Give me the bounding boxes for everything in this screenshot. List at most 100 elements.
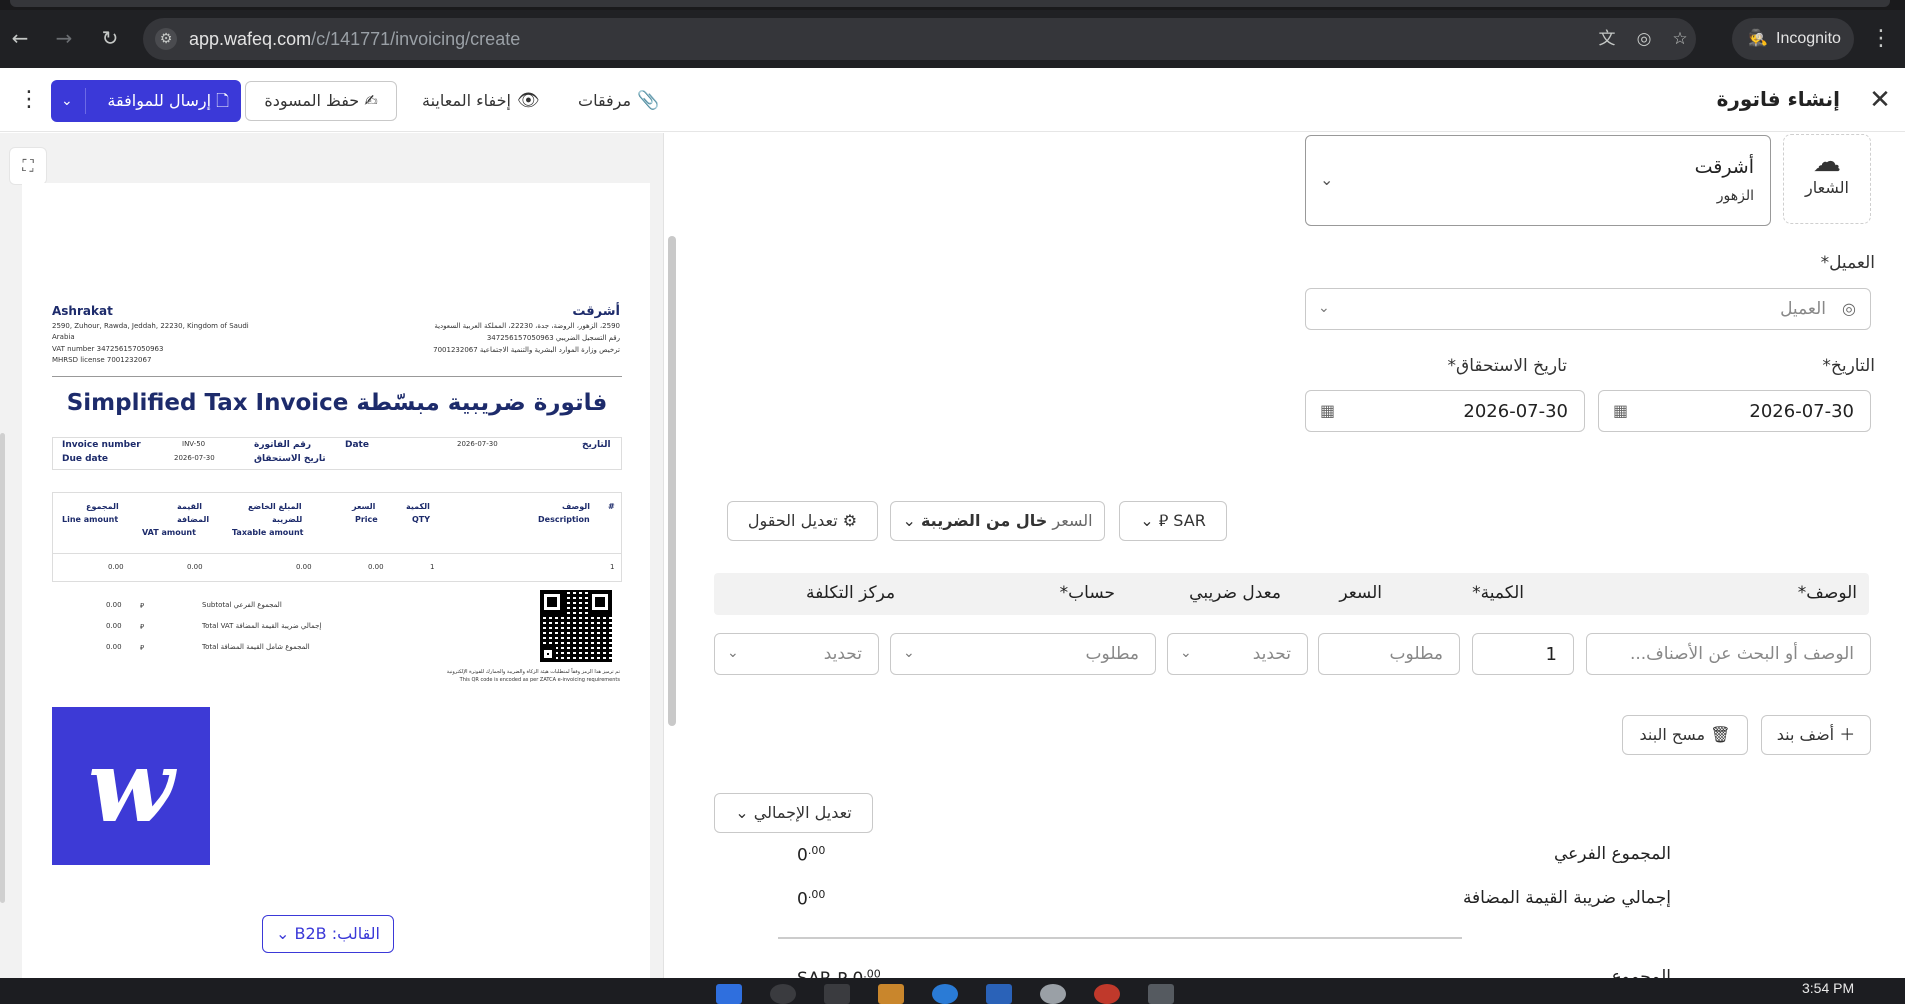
price-tax-mode-select[interactable]: السعر خال من الضريبة ⌄	[890, 501, 1105, 541]
settings-app-icon[interactable]	[1040, 984, 1066, 1004]
line-tax-rate-select[interactable]: تحديد ⌄	[1167, 633, 1308, 675]
company-license-en: MHRSD license 7001232067	[52, 356, 152, 364]
search-icon[interactable]	[770, 984, 796, 1004]
col-price-en: Price	[355, 515, 378, 524]
add-line-button[interactable]: ＋ أضف بند	[1761, 715, 1871, 755]
logo-label: الشعار	[1805, 178, 1849, 197]
col-desc-en: Description	[538, 515, 590, 524]
qr-note-ar: تم ترميز هذا الرمز وفقاً لمتطلبات هيئة ا…	[446, 669, 620, 675]
chevron-down-icon: ⌄	[1180, 645, 1192, 661]
address-bar[interactable]: ⚙ app.wafeq.com/c/141771/invoicing/creat…	[143, 18, 1696, 60]
preview-total-label: Total المجموع شامل القيمة المضافة	[202, 643, 310, 651]
preview-scrollbar[interactable]	[668, 236, 676, 726]
back-icon[interactable]: ←	[8, 26, 32, 50]
edit-total-label: تعديل الإجمالي	[753, 803, 852, 822]
trash-icon: 🗑	[1705, 725, 1731, 744]
close-icon[interactable]: ✕	[1866, 86, 1894, 114]
file-plus-icon: 🗋	[211, 91, 229, 110]
url-text[interactable]: app.wafeq.com/c/141771/invoicing/create	[189, 29, 520, 50]
due-date-label-ar: تاريخ الاستحقاق	[254, 454, 326, 464]
line-quantity-input[interactable]: 1	[1472, 633, 1574, 675]
edge-icon[interactable]	[932, 984, 958, 1004]
reload-icon[interactable]: ↻	[98, 26, 122, 50]
invoice-paper: Ashrakat 2590, Zuhour, Rawda, Jeddah, 22…	[22, 183, 650, 983]
line-account-select[interactable]: مطلوب ⌄	[890, 633, 1156, 675]
vat-total-label: إجمالي ضريبة القيمة المضافة	[1462, 888, 1671, 908]
clear-line-button[interactable]: 🗑 مسح البند	[1622, 715, 1748, 755]
expand-icon[interactable]: ⛶	[9, 147, 47, 185]
calendar-icon[interactable]: ▦	[1613, 401, 1628, 420]
company-select[interactable]: أشرقت الزهور ⌄	[1305, 135, 1771, 226]
forward-icon[interactable]: →	[52, 26, 76, 50]
calendar-icon[interactable]: ▦	[1320, 401, 1335, 420]
app-header: ✕ إنشاء فاتورة 📎 مرفقات 👁 إخفاء المعاينة ✍…	[0, 68, 1905, 132]
riyal-icon: ⃁	[1158, 511, 1169, 530]
url-path: /c/141771/invoicing/create	[311, 29, 521, 49]
chrome-icon[interactable]	[1094, 984, 1120, 1004]
line-items-table	[52, 492, 622, 582]
invoice-title: Simplified Tax Invoice فاتورة ضريبية مبس…	[66, 390, 608, 416]
logo-upload[interactable]: ☁ الشعار	[1783, 134, 1871, 224]
col-price-ar: السعر	[352, 502, 376, 511]
chevron-down-icon: ⌄	[276, 924, 290, 943]
price-placeholder: مطلوب	[1389, 644, 1443, 664]
system-clock[interactable]: 3:54 PM	[1802, 980, 1854, 996]
line-cost-center-select[interactable]: تحديد ⌄	[714, 633, 879, 675]
company-name-ar: أشرقت	[572, 304, 620, 319]
date-value: 2026-07-30	[457, 440, 498, 448]
line-description-input[interactable]: الوصف أو البحث عن الأصناف...	[1586, 633, 1871, 675]
col-vat-en: VAT amount	[142, 528, 196, 537]
header-divider	[52, 376, 622, 377]
hide-preview-button[interactable]: 👁 إخفاء المعاينة	[422, 88, 540, 114]
company-vat-en: VAT number 347256157050963	[52, 345, 164, 353]
attachments-button[interactable]: 📎 مرفقات	[578, 88, 660, 114]
send-for-approval-button[interactable]: 🗋 إرسال للموافقة ⌄	[51, 80, 241, 122]
edit-fields-button[interactable]: ⚙ تعديل الحقول	[727, 501, 878, 541]
save-draft-button[interactable]: ✍ حفظ المسودة	[245, 81, 397, 121]
os-taskbar: 3:54 PM	[0, 978, 1905, 1004]
company-address-ar: 2590، الزهور، الروضة، جدة، 22230، المملك…	[434, 322, 620, 330]
left-scroll-indicator	[0, 433, 5, 903]
chevron-down-icon: ⌄	[727, 645, 739, 661]
more-options-icon[interactable]: ⋮	[18, 86, 40, 114]
task-view-icon[interactable]	[824, 984, 850, 1004]
due-date-label: تاريخ الاستحقاق*	[1447, 356, 1567, 376]
company-name: أشرقت	[1694, 156, 1754, 178]
chevron-down-icon[interactable]: ⌄	[61, 80, 73, 122]
currency-select[interactable]: SAR ⃁ ⌄	[1119, 501, 1227, 541]
totals-divider	[778, 937, 1462, 939]
customer-select[interactable]: ◎ العميل ⌄	[1305, 288, 1871, 330]
subtotal-dec: .00	[807, 844, 826, 857]
description-placeholder: الوصف أو البحث عن الأصناف...	[1629, 644, 1854, 664]
tracking-protection-icon[interactable]: ◎	[1633, 28, 1655, 50]
invoice-number-value: INV-50	[182, 440, 206, 448]
eye-icon: 👁	[516, 90, 540, 111]
file-explorer-icon[interactable]	[878, 984, 904, 1004]
browser-menu-icon[interactable]: ⋮	[1870, 24, 1892, 54]
col-desc-ar: الوصف	[562, 502, 591, 511]
invoice-preview-pane: ⛶ Ashrakat 2590, Zuhour, Rawda, Jeddah, …	[0, 133, 664, 983]
bookmark-star-icon[interactable]: ☆	[1669, 28, 1691, 50]
col-tax-rate: معدل ضريبي	[1189, 583, 1281, 603]
site-info-icon[interactable]: ⚙	[155, 28, 177, 50]
riyal-icon: ⃁	[140, 602, 145, 610]
vat-dec: .00	[807, 888, 826, 901]
template-selector[interactable]: القالب: B2B ⌄	[262, 915, 394, 953]
store-icon[interactable]	[986, 984, 1012, 1004]
chevron-down-icon: ⌄	[903, 645, 915, 661]
invoice-date-input[interactable]: 2026-07-30 ▦	[1598, 390, 1871, 432]
col-vat-ar-2: المضافة	[177, 515, 210, 524]
date-label: التاريخ*	[1822, 356, 1875, 376]
customer-placeholder: العميل	[1780, 299, 1826, 319]
row-total: 0.00	[108, 563, 124, 571]
start-icon[interactable]	[716, 984, 742, 1004]
edit-total-button[interactable]: تعديل الإجمالي ⌄	[714, 793, 873, 833]
active-tab[interactable]	[10, 0, 1890, 7]
incognito-badge[interactable]: 🕵 Incognito	[1732, 18, 1854, 60]
translate-icon[interactable]: 文	[1596, 28, 1618, 50]
line-price-input[interactable]: مطلوب	[1318, 633, 1460, 675]
preview-vat-label: Total VAT إجمالي ضريبة القيمة المضافة	[202, 622, 322, 630]
due-date-input[interactable]: 2026-07-30 ▦	[1305, 390, 1585, 432]
app-icon[interactable]	[1148, 984, 1174, 1004]
user-circle-icon: ◎	[1842, 299, 1856, 318]
